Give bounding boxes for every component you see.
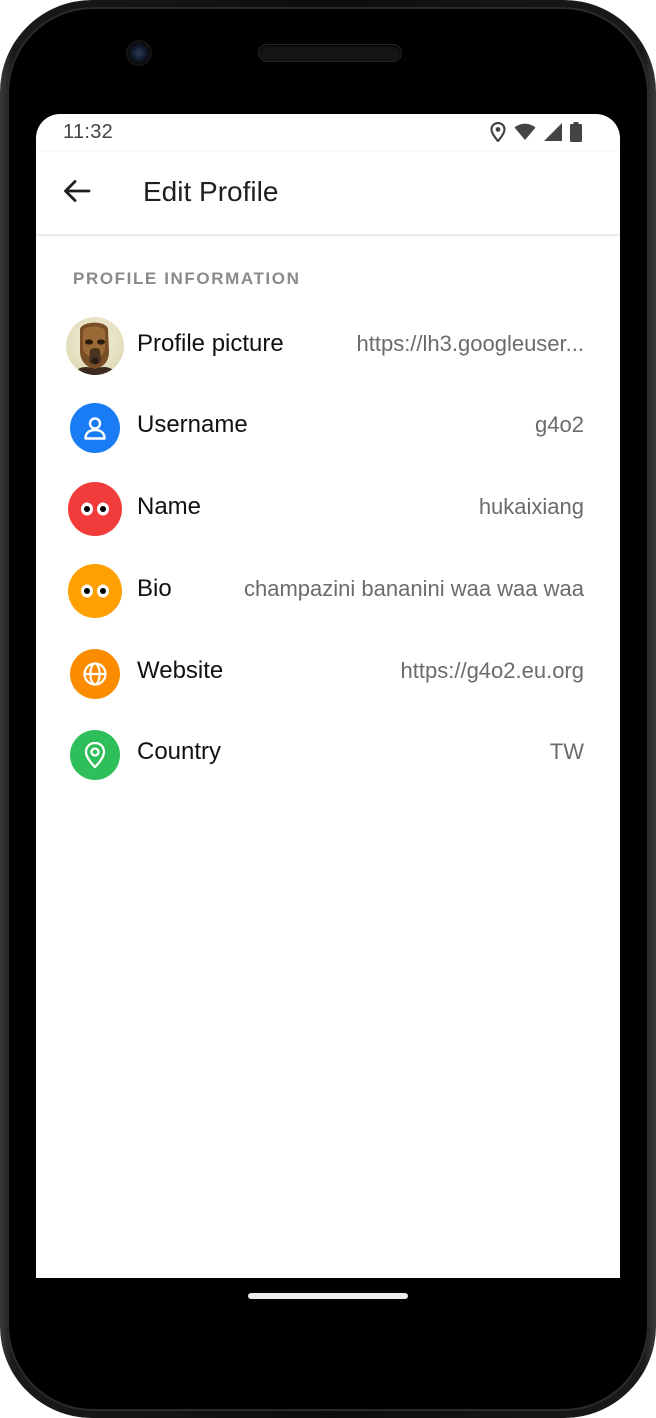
row-label: Bio <box>137 575 172 602</box>
website-row[interactable]: Website https://g4o2.eu.org <box>36 638 620 708</box>
wifi-icon <box>514 123 536 141</box>
eyes-icon <box>68 482 122 536</box>
app-bar: Edit Profile <box>36 152 620 234</box>
signal-icon <box>544 123 562 141</box>
avatar <box>66 317 124 375</box>
name-row[interactable]: Name hukaixiang <box>36 474 620 544</box>
location-icon <box>490 122 506 142</box>
row-label: Username <box>137 411 248 438</box>
profile-picture-row[interactable]: Profile picture https://lh3.googleuser..… <box>36 311 620 381</box>
row-value: champazini bananini waa waa waa <box>244 576 584 601</box>
row-value: https://lh3.googleuser... <box>356 331 585 356</box>
row-label: Profile picture <box>137 330 284 357</box>
row-label: Website <box>137 657 224 684</box>
row-value: https://g4o2.eu.org <box>400 658 584 683</box>
row-value: TW <box>549 739 584 764</box>
section-header: PROFILE INFORMATION <box>73 269 301 288</box>
front-camera <box>128 42 150 64</box>
location-pin-icon <box>70 730 120 780</box>
battery-icon <box>570 122 582 142</box>
status-time: 11:32 <box>63 121 114 143</box>
row-label: Name <box>137 493 202 520</box>
eyes-icon <box>68 564 122 618</box>
screen: 11:32 Edit Profile PROFILE INFORMATION P… <box>36 114 620 1278</box>
username-row[interactable]: Username g4o2 <box>36 392 620 462</box>
bio-row[interactable]: Bio champazini bananini waa waa waa <box>36 556 620 626</box>
row-value: hukaixiang <box>478 494 584 519</box>
globe-icon <box>70 649 120 699</box>
country-row[interactable]: Country TW <box>36 719 620 789</box>
row-label: Country <box>137 738 222 765</box>
phone-frame: 11:32 Edit Profile PROFILE INFORMATION P… <box>0 0 656 1418</box>
person-icon <box>70 403 120 453</box>
row-value: g4o2 <box>535 412 584 437</box>
status-icons <box>490 121 582 143</box>
page-title: Edit Profile <box>143 176 279 207</box>
earpiece-speaker <box>259 45 401 61</box>
back-button[interactable] <box>56 172 98 214</box>
arrow-back-icon <box>63 179 91 208</box>
gesture-nav-handle[interactable] <box>248 1293 408 1299</box>
status-bar: 11:32 <box>36 114 620 152</box>
